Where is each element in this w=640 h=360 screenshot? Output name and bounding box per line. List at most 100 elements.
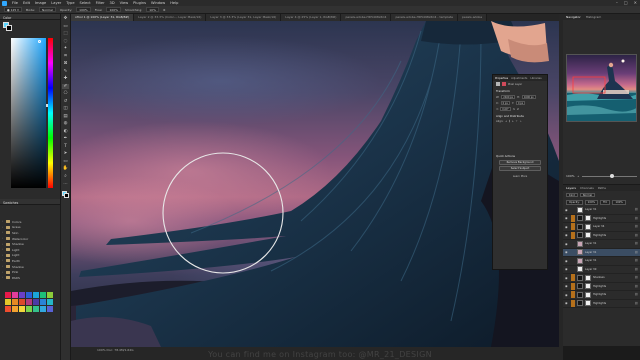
stamp-tool[interactable]: ⎔ <box>62 91 69 97</box>
layer-name[interactable]: Layer 31 <box>585 251 596 254</box>
layer-thumbnail[interactable] <box>577 274 583 281</box>
tab-document-1[interactable]: oTool 1 @ 100% (Layer 31, RGB/8#) <box>71 14 135 21</box>
chevron-right-icon[interactable]: › <box>2 276 4 279</box>
swatch-folder[interactable]: › PADS <box>2 275 58 281</box>
layer-thumbnail[interactable] <box>577 291 583 298</box>
navigator-zoom-knob[interactable] <box>610 174 615 178</box>
layer-thumbnail[interactable] <box>577 283 583 290</box>
quick-select-tool[interactable]: ✦ <box>62 46 69 52</box>
zoom-out-icon[interactable]: ▵ <box>578 174 580 178</box>
align-top-icon[interactable]: ⊤ <box>516 120 518 123</box>
visibility-eye-icon[interactable]: ◉ <box>565 216 569 220</box>
visibility-eye-icon[interactable]: ◉ <box>565 301 569 305</box>
menu-3d[interactable]: 3D <box>110 1 115 5</box>
align-middle-icon[interactable]: ⊥ <box>520 120 522 123</box>
color-swatch[interactable] <box>5 292 11 298</box>
layer-thumbnail[interactable] <box>577 257 583 264</box>
visibility-eye-icon[interactable]: ◉ <box>565 284 569 288</box>
color-swatch[interactable] <box>19 306 25 312</box>
height-input[interactable]: 1600 px <box>521 95 536 99</box>
color-swatch[interactable] <box>12 299 18 305</box>
x-input[interactable]: 0 px <box>500 101 510 105</box>
layer-mask-thumbnail[interactable] <box>585 215 591 222</box>
layer-row[interactable]: ◉ Layer 31 ⛓ <box>563 248 640 257</box>
layer-row[interactable]: ◉ Highlights ⛓ <box>563 291 640 300</box>
history-brush-tool[interactable]: ↺ <box>62 99 69 105</box>
close-icon[interactable]: ✕ <box>634 0 637 5</box>
navigator-zoom-slider[interactable] <box>582 174 638 178</box>
tab-document-5[interactable]: pexels-adobe-HD5498x6C4 <box>341 14 392 21</box>
width-input[interactable]: 2400 px <box>501 95 516 99</box>
layer-row[interactable]: ◉ Layer 34 ⛓ <box>563 223 640 232</box>
layer-name[interactable]: Layer 31 <box>585 208 596 211</box>
marquee-tool[interactable]: ⬚ <box>62 31 69 37</box>
navigator-zoom-value[interactable]: 100% <box>566 174 575 178</box>
menu-image[interactable]: Image <box>35 1 46 5</box>
layer-row[interactable]: ◉ Shadows ⛓ <box>563 274 640 283</box>
learn-more-link[interactable]: Learn More <box>493 172 547 178</box>
frame-tool[interactable]: ⊠ <box>62 61 69 67</box>
layer-kind-filter[interactable]: Kind <box>566 192 578 197</box>
more-tools-icon[interactable]: … <box>62 181 69 187</box>
eyedropper-tool[interactable]: ✎ <box>62 69 69 75</box>
remove-background-button[interactable]: Remove Background <box>499 160 541 165</box>
color-swatch[interactable] <box>33 306 39 312</box>
chevron-right-icon[interactable]: › <box>2 248 4 251</box>
color-swatch[interactable] <box>47 292 53 298</box>
layer-thumbnail[interactable] <box>577 300 583 307</box>
chevron-right-icon[interactable]: › <box>2 254 4 257</box>
chevron-right-icon[interactable]: › <box>2 220 4 223</box>
layer-name[interactable]: Layer 31 <box>585 259 596 262</box>
layer-thumbnail[interactable] <box>577 206 583 213</box>
healing-tool[interactable]: ✚ <box>62 76 69 82</box>
dodge-tool[interactable]: ◐ <box>62 129 69 135</box>
layer-thumbnail[interactable] <box>577 223 583 230</box>
maximize-icon[interactable]: □ <box>624 0 628 5</box>
layer-mask-icon[interactable] <box>502 82 506 86</box>
align-left-icon[interactable]: ⫷ <box>505 120 506 123</box>
navigator-view-box[interactable] <box>572 76 606 94</box>
menu-plugins[interactable]: Plugins <box>133 1 146 5</box>
color-swatch[interactable] <box>47 299 53 305</box>
artboard-tool[interactable]: ▭ <box>62 24 69 30</box>
flip-horizontal-icon[interactable]: ⇋ <box>513 108 515 111</box>
brush-preset-picker[interactable]: ● 125 ▾ <box>4 7 22 12</box>
color-swatch[interactable] <box>40 299 46 305</box>
layer-name[interactable]: Highlights <box>593 293 606 296</box>
background-color-swatch[interactable] <box>6 25 12 31</box>
tab-properties[interactable]: Properties <box>495 77 508 80</box>
angle-input[interactable]: 0.00° <box>500 107 511 111</box>
tab-histogram[interactable]: Histogram <box>586 15 602 19</box>
smoothing-input[interactable]: 10% <box>146 7 159 12</box>
layer-name[interactable]: Layer 30 <box>585 268 596 271</box>
layer-name[interactable]: Layer 31 <box>585 242 596 245</box>
layer-name[interactable]: Highlights <box>593 285 606 288</box>
visibility-eye-icon[interactable]: ◉ <box>565 233 569 237</box>
tab-document-3[interactable]: Layer 3 @ 33.3% (Layer 31, Layer Mask/16… <box>206 14 282 21</box>
zoom-tool[interactable]: ⌕ <box>62 174 69 180</box>
chevron-right-icon[interactable]: › <box>2 237 4 240</box>
layer-thumbnail[interactable] <box>577 232 583 239</box>
chevron-right-icon[interactable]: › <box>2 226 4 229</box>
color-swatch[interactable] <box>26 299 32 305</box>
layer-opacity-input[interactable]: 100% <box>584 200 599 205</box>
path-select-tool[interactable]: ➤ <box>62 151 69 157</box>
color-swatch[interactable] <box>33 299 39 305</box>
layer-mask-thumbnail[interactable] <box>585 283 591 290</box>
color-swatch[interactable] <box>40 306 46 312</box>
color-swatch[interactable] <box>12 306 18 312</box>
chevron-right-icon[interactable]: › <box>2 265 4 268</box>
layer-thumbnail[interactable] <box>577 249 583 256</box>
pen-tool[interactable]: ✒ <box>62 136 69 142</box>
tab-paths[interactable]: Paths <box>598 186 606 190</box>
menu-select[interactable]: Select <box>80 1 91 5</box>
tab-document-7[interactable]: pexels-adobe <box>458 14 488 21</box>
layer-mask-thumbnail[interactable] <box>585 274 591 281</box>
tab-document-2[interactable]: Layer 2 @ 33.3% (Color..., Layer Mask/16… <box>134 14 207 21</box>
color-swatch[interactable] <box>47 306 53 312</box>
layer-thumbnail[interactable] <box>577 240 583 247</box>
visibility-eye-icon[interactable]: ◉ <box>565 293 569 297</box>
layer-name[interactable]: Highlights <box>593 217 606 220</box>
gradient-tool[interactable]: ▤ <box>62 114 69 120</box>
color-swatch[interactable] <box>26 306 32 312</box>
